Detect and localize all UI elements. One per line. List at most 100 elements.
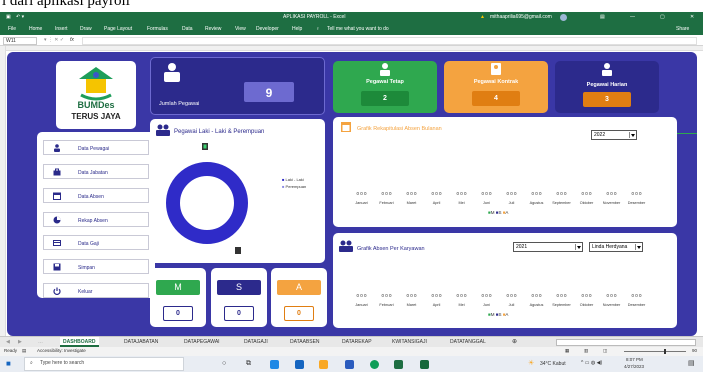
windows-start-icon[interactable]: ■	[6, 360, 11, 368]
cell-reference: W11	[6, 38, 16, 44]
pegawai-tetap-card: Pegawai Tetap 2	[333, 61, 437, 113]
chart-bulanan-year-select[interactable]: 2022	[591, 130, 637, 140]
tab-kwitansigaji[interactable]: KWITANSIGAJI	[392, 339, 427, 345]
clock-time: 8:07 PM	[626, 357, 643, 362]
pegawai-tetap-value: 2	[361, 91, 409, 106]
ribbon-display-icon[interactable]: ▤	[600, 15, 605, 20]
tab-datatanggal[interactable]: DATATANGGAL	[450, 339, 486, 345]
menu-data[interactable]: Data	[182, 27, 193, 32]
system-tray-icons[interactable]: ^ ▭ ◍ ◀)	[581, 361, 602, 366]
menu-developer[interactable]: Developer	[256, 27, 279, 32]
view-page-break-icon[interactable]: ◫	[603, 348, 607, 354]
edge-icon[interactable]	[270, 360, 279, 369]
view-page-layout-icon[interactable]: ▥	[584, 348, 588, 354]
word-icon[interactable]	[345, 360, 354, 369]
excel-active-icon[interactable]	[420, 360, 429, 369]
data-label: 0 0 0	[481, 191, 492, 196]
formula-input[interactable]	[82, 37, 697, 45]
notification-icon[interactable]: ▤	[688, 360, 695, 367]
sidebar-item-simpan[interactable]: Simpan	[43, 259, 149, 274]
data-label: 0 0 0	[506, 191, 517, 196]
tab-scroll-left-icon[interactable]: ◀	[6, 340, 10, 345]
title-bar: ▣ ↶ ▾ APLIKASI PAYROLL - Excel ▲ mithaap…	[0, 12, 703, 23]
menu-formulas[interactable]: Formulas	[147, 27, 168, 32]
chart-karyawan-name-select[interactable]: Linda Herdyana	[589, 242, 643, 252]
sidebar-item-label: Keluar	[78, 289, 93, 295]
save-icon[interactable]: ▣	[6, 15, 11, 20]
chart-karyawan-year-select[interactable]: 2021	[513, 242, 583, 252]
fx-label[interactable]: fx	[70, 38, 74, 43]
tell-me-input[interactable]: Tell me what you want to do	[327, 27, 389, 32]
tab-datapegawai[interactable]: DATAPEGAWAI	[184, 339, 220, 345]
sidebar-item-data-absen[interactable]: Data Absen	[43, 188, 149, 203]
tab-scroll-right-icon[interactable]: ▶	[18, 340, 22, 345]
sidebar-item-data-jabatan[interactable]: Data Jabatan	[43, 164, 149, 179]
cortana-icon[interactable]: ○	[222, 360, 226, 367]
chart-bulanan-title: Grafik Rekapitulasi Absen Bulanan	[357, 126, 442, 132]
file-explorer-icon[interactable]	[319, 360, 328, 369]
data-label: 0 0 0	[631, 293, 642, 298]
logo-name: TERUS JAYA	[71, 112, 121, 121]
formula-bar: W11 ▾ ⋮ ✕ ✓ fx	[0, 35, 703, 46]
donut-label-laki-fill	[203, 144, 207, 149]
menu-review[interactable]: Review	[205, 27, 221, 32]
tab-more-icon[interactable]: …	[38, 340, 43, 345]
jumlah-pegawai-card: Jumlah Pegawai 9	[150, 57, 325, 115]
menu-view[interactable]: View	[235, 27, 246, 32]
zoom-level[interactable]: 90	[692, 348, 697, 354]
x-tick-label: Maret	[406, 201, 417, 205]
chart-legend: ■M ■S ■A	[488, 312, 508, 318]
horizontal-scrollbar[interactable]	[556, 339, 696, 346]
menu-file[interactable]: File	[8, 27, 16, 32]
menu-help[interactable]: Help	[292, 27, 302, 32]
zoom-slider-thumb[interactable]	[664, 349, 666, 354]
store-icon[interactable]	[295, 360, 304, 369]
attendance-m-value: 0	[163, 306, 193, 321]
x-tick-label: April	[432, 201, 441, 205]
tab-datajabatan[interactable]: DATAJABATAN	[124, 339, 158, 345]
add-sheet-icon[interactable]: ⊕	[512, 339, 517, 345]
tab-dashboard[interactable]: DASHBOARD	[60, 337, 99, 347]
menu-page-layout[interactable]: Page Layout	[104, 27, 132, 32]
menu-insert[interactable]: Insert	[55, 27, 68, 32]
chrome-icon[interactable]	[370, 360, 379, 369]
x-tick-label: Juli	[508, 303, 515, 307]
chevron-down-icon	[635, 244, 641, 250]
chart-karyawan-year-value: 2021	[516, 244, 528, 250]
sidebar-item-data-pewagai[interactable]: Data Pewagai	[43, 140, 149, 155]
report-icon	[53, 216, 61, 224]
x-tick-label: Oktober	[579, 201, 594, 205]
tab-dataabsen[interactable]: DATAABSEN	[290, 339, 320, 345]
sidebar-item-keluar[interactable]: Keluar	[43, 283, 149, 298]
maximize-icon[interactable]: ▢	[660, 15, 665, 20]
chart-bulanan-plot: 0 0 0 Januari 0 0 0 Februari 0 0 0 Maret 0 0 0…	[333, 191, 677, 222]
avatar[interactable]	[560, 14, 567, 21]
zoom-slider[interactable]	[624, 351, 686, 352]
accessibility-status[interactable]: Accessibility: Investigate	[37, 348, 86, 354]
attendance-s-code: S	[217, 280, 261, 295]
chart-karyawan-card: Grafik Absen Per Karyawan 2021 Linda Her…	[333, 233, 677, 328]
weather-text[interactable]: 34°C Kabut	[540, 362, 566, 367]
sidebar-item-data-gaji[interactable]: Data Gaji	[43, 235, 149, 250]
view-normal-icon[interactable]: ▦	[565, 348, 569, 354]
tab-datagaji[interactable]: DATAGAJI	[244, 339, 268, 345]
user-icon	[54, 144, 60, 152]
menu-home[interactable]: Home	[29, 27, 42, 32]
gender-title: Pegawai Laki - Laki & Perempuan	[174, 129, 265, 135]
sidebar-item-rekap-absen[interactable]: Rekap Absen	[43, 212, 149, 227]
data-label: 0 0 0	[606, 191, 617, 196]
share-button[interactable]: Share	[676, 27, 689, 32]
close-icon[interactable]: ✕	[690, 15, 694, 20]
account-email[interactable]: mithaaprilia695@gmail.com	[490, 15, 552, 20]
data-label: 0 0 0	[556, 293, 567, 298]
tab-datarekap[interactable]: DATAREKAP	[342, 339, 372, 345]
task-view-icon[interactable]: ⧉	[246, 360, 251, 367]
undo-icon[interactable]: ↶ ▾	[16, 15, 24, 20]
worker-icon	[602, 63, 612, 76]
menu-draw[interactable]: Draw	[80, 27, 92, 32]
excel-icon[interactable]	[394, 360, 403, 369]
macro-icon[interactable]: ▤	[22, 348, 26, 354]
attendance-s-value: 0	[224, 306, 254, 321]
page-heading-text: i dari aplikasi payroll	[2, 0, 130, 9]
minimize-icon[interactable]: —	[630, 15, 635, 20]
